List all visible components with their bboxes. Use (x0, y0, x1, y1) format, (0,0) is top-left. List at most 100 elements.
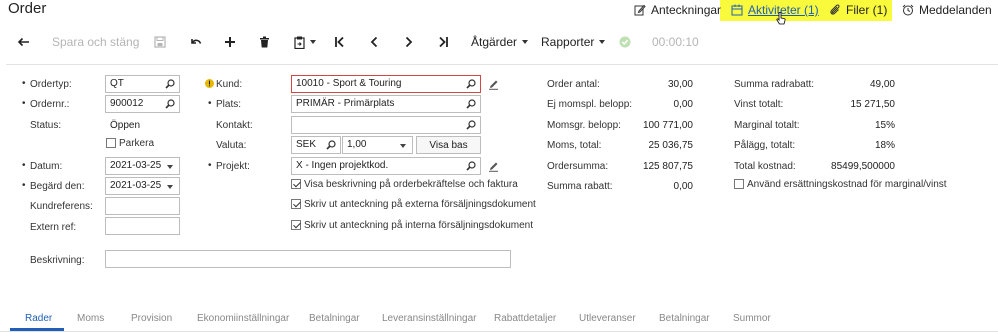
messages-link[interactable]: Meddelanden (902, 3, 992, 17)
search-icon[interactable] (466, 79, 476, 92)
location-field[interactable]: PRIMÄR - Primärplats (291, 95, 481, 113)
tab-provision[interactable]: Provision (131, 313, 172, 324)
delete-button[interactable] (259, 34, 270, 50)
edit-pencil-icon[interactable] (488, 161, 499, 175)
last-record-button[interactable] (437, 34, 449, 50)
profit-total-value: 15 271,50 (850, 99, 896, 110)
requested-on-value: 2021-03-25 (110, 180, 162, 191)
tab-rader[interactable]: Rader (25, 313, 52, 324)
requested-on-label: Begärd den: (22, 180, 84, 192)
actions-label: Åtgärder (471, 35, 518, 49)
chevron-down-icon[interactable] (167, 165, 173, 169)
location-label: Plats: (208, 98, 241, 110)
replacement-cost-checkbox[interactable] (734, 179, 744, 189)
location-value: PRIMÄR - Primärplats (296, 98, 395, 109)
detail-tabs: Rader Moms Provision Ekonomiinställninga… (0, 305, 998, 332)
customer-field[interactable]: 10010 - Sport & Touring (291, 75, 481, 93)
hold-checkbox[interactable] (106, 138, 116, 148)
add-button[interactable] (224, 34, 236, 50)
currency-field[interactable]: SEK (291, 136, 341, 154)
approve-button[interactable] (619, 34, 631, 50)
tab-rabattdetaljer[interactable]: Rabattdetaljer (494, 313, 556, 324)
tab-utleveranser[interactable]: Utleveranser (579, 313, 636, 324)
order-total-label: Ordersumma: (547, 161, 609, 172)
back-button[interactable] (17, 34, 30, 50)
order-type-value: QT (110, 78, 124, 89)
next-icon (404, 36, 414, 48)
order-type-field[interactable]: QT (105, 75, 180, 93)
untaxed-amount-value: 0,00 (673, 99, 693, 110)
status-value: Öppen (110, 120, 141, 131)
files-label: Filer (1) (846, 3, 888, 17)
save-icon (154, 36, 166, 48)
margin-total-label: Marginal totalt: (734, 120, 800, 131)
project-field[interactable]: X - Ingen projektkod. (291, 157, 481, 175)
tab-ekonomiinstallningar[interactable]: Ekonomiinställningar (197, 313, 289, 324)
contact-label: Kontakt: (216, 120, 253, 131)
date-label: Datum: (22, 160, 62, 172)
external-ref-field[interactable] (105, 217, 180, 235)
copy-paste-menu[interactable] (294, 34, 316, 50)
activities-link[interactable]: Aktiviteter (1) (731, 3, 819, 17)
clipboard-icon (294, 36, 305, 49)
tab-betalningar-2[interactable]: Betalningar (659, 313, 710, 324)
print-external-notes-checkbox[interactable] (291, 199, 301, 209)
back-arrow-icon (17, 36, 30, 48)
contact-field[interactable] (291, 116, 481, 134)
edit-pencil-icon[interactable] (488, 79, 499, 93)
customer-value: 10010 - Sport & Touring (296, 78, 402, 89)
total-cost-label: Total kostnad: (734, 161, 796, 172)
order-nbr-field[interactable]: 900012 (105, 95, 180, 113)
timer: 00:00:10 (652, 35, 699, 49)
margin-total-value: 15% (874, 120, 895, 131)
print-description-label: Visa beskrivning på orderbekräftelse och… (304, 179, 518, 190)
project-value: X - Ingen projektkod. (296, 160, 389, 171)
search-icon[interactable] (466, 99, 476, 112)
page-title: Order (8, 0, 47, 17)
prev-record-button[interactable] (369, 34, 379, 50)
search-icon[interactable] (165, 79, 175, 92)
tab-moms[interactable]: Moms (77, 313, 104, 324)
chevron-down-icon[interactable] (167, 185, 173, 189)
tab-summor[interactable]: Summor (733, 313, 771, 324)
discount-total-label: Summa rabatt: (547, 181, 613, 192)
requested-on-field[interactable]: 2021-03-25 (105, 177, 180, 195)
order-qty-value: 30,00 (667, 79, 693, 90)
print-description-checkbox[interactable] (291, 179, 301, 189)
save-close-button[interactable]: Spara och stäng (52, 34, 139, 50)
trash-icon (259, 36, 270, 48)
tab-leveransinstallningar[interactable]: Leveransinställningar (382, 313, 477, 324)
next-record-button[interactable] (404, 34, 414, 50)
project-label: Projekt: (208, 160, 250, 172)
check-circle-icon (619, 36, 631, 48)
show-base-button[interactable]: Visa bas (416, 136, 481, 154)
chevron-down-icon (310, 40, 316, 44)
search-icon[interactable] (466, 120, 476, 133)
reports-menu[interactable]: Rapporter (541, 34, 606, 50)
hold-label: Parkera (119, 138, 155, 149)
calendar-icon (731, 4, 743, 16)
print-internal-notes-checkbox[interactable] (291, 220, 301, 230)
search-icon[interactable] (466, 161, 476, 174)
date-field[interactable]: 2021-03-25 (105, 157, 180, 175)
customer-ref-field[interactable] (105, 197, 180, 215)
actions-menu[interactable]: Åtgärder (471, 34, 529, 50)
first-record-button[interactable] (334, 34, 346, 50)
order-nbr-label: Ordernr.: (22, 98, 70, 110)
currency-rate-field[interactable]: 1,00 (342, 136, 413, 154)
description-field[interactable] (105, 250, 511, 268)
search-icon[interactable] (165, 99, 175, 112)
customer-ref-label: Kundreferens: (30, 201, 93, 212)
undo-button[interactable] (189, 34, 202, 50)
line-discount-total-value: 49,00 (869, 79, 895, 90)
print-internal-notes-label: Skriv ut anteckning på interna försäljni… (304, 220, 534, 231)
save-button[interactable] (154, 34, 166, 50)
customer-label: Kund: (216, 79, 243, 90)
notes-link[interactable]: Anteckningar (634, 3, 721, 17)
markup-total-label: Pålägg, totalt: (734, 140, 796, 151)
files-link[interactable]: Filer (1) (829, 3, 887, 17)
tab-betalningar[interactable]: Betalningar (309, 313, 360, 324)
chevron-down-icon[interactable] (400, 144, 406, 148)
mouse-cursor-icon (776, 11, 786, 29)
search-icon[interactable] (326, 140, 336, 153)
